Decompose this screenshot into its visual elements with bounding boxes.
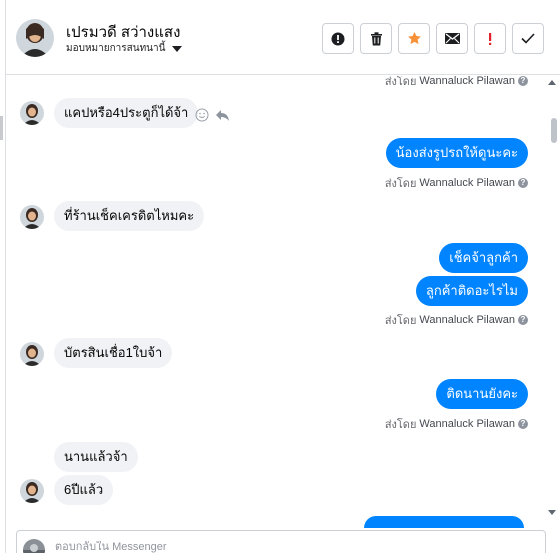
follow-up-button[interactable] xyxy=(398,23,430,54)
reply-input[interactable] xyxy=(55,541,355,553)
spam-button[interactable] xyxy=(322,23,354,54)
envelope-icon xyxy=(444,33,460,44)
message-tools xyxy=(195,108,230,122)
outgoing-message[interactable]: ติดนานยังคะ xyxy=(436,379,528,409)
incoming-message[interactable]: นานแล้วจ้า xyxy=(54,442,138,472)
contact-avatar-small xyxy=(20,479,44,503)
help-icon[interactable]: ? xyxy=(518,178,528,188)
mark-unread-button[interactable] xyxy=(436,23,468,54)
conversation-actions xyxy=(322,23,544,54)
sent-by-label: ส่งโดย Wannaluck Pilawan ? xyxy=(385,311,528,329)
delete-button[interactable] xyxy=(360,23,392,54)
exclamation-circle-icon xyxy=(331,32,345,45)
outgoing-message[interactable]: น้องส่งรูปรถให้ดูนะคะ xyxy=(385,138,528,168)
contact-avatar-small xyxy=(20,205,44,229)
page-avatar xyxy=(23,539,45,553)
help-icon[interactable]: ? xyxy=(518,76,528,86)
sent-by-label: ส่งโดย Wannaluck Pilawan ? xyxy=(385,76,528,90)
incoming-message[interactable]: แคปหรือ4ประตูก็ได้จ้า xyxy=(54,98,199,128)
priority-button[interactable] xyxy=(474,23,506,54)
scroll-thumb[interactable] xyxy=(551,118,557,143)
scroll-up-arrow-icon[interactable] xyxy=(548,80,556,85)
mark-done-button[interactable] xyxy=(512,23,544,54)
caret-down-icon xyxy=(172,45,183,52)
contact-avatar[interactable] xyxy=(16,19,54,57)
message-thread[interactable]: ส่งโดย Wannaluck Pilawan ? แคปหรือ4ประตู… xyxy=(6,76,546,519)
smiley-icon[interactable] xyxy=(195,108,209,122)
outgoing-message[interactable]: ลูกค้าติดอะไรไม xyxy=(415,276,528,306)
check-icon xyxy=(521,33,535,44)
trash-icon xyxy=(370,31,382,45)
scroll-down-arrow-icon[interactable] xyxy=(548,510,556,515)
panel-resize-handle[interactable] xyxy=(0,116,3,140)
outgoing-message[interactable]: เช็คจ้าลูกค้า xyxy=(439,243,528,273)
outgoing-message-partial[interactable] xyxy=(364,516,524,528)
incoming-message[interactable]: 6ปีแล้ว xyxy=(54,475,114,505)
incoming-message[interactable]: ที่ร้านเช็คเครดิตไหมคะ xyxy=(54,201,205,231)
help-icon[interactable]: ? xyxy=(518,419,528,429)
reply-icon[interactable] xyxy=(215,109,230,122)
conversation-header: เปรมวดี สว่างแสง มอบหมายการสนทนานี้ xyxy=(6,0,560,75)
contact-avatar-small xyxy=(20,342,44,366)
sent-by-label: ส่งโดย Wannaluck Pilawan ? xyxy=(385,174,528,192)
reply-composer xyxy=(16,530,546,553)
star-icon xyxy=(407,31,421,45)
assign-conversation-dropdown[interactable]: มอบหมายการสนทนานี้ xyxy=(66,41,183,56)
contact-avatar-small xyxy=(20,101,44,125)
assign-label: มอบหมายการสนทนานี้ xyxy=(66,43,166,54)
exclamation-icon xyxy=(489,32,492,45)
help-icon[interactable]: ? xyxy=(518,315,528,325)
incoming-message[interactable]: บัตรสินเชื่อ1ใบจ้า xyxy=(54,338,173,368)
sent-by-label: ส่งโดย Wannaluck Pilawan ? xyxy=(385,415,528,433)
